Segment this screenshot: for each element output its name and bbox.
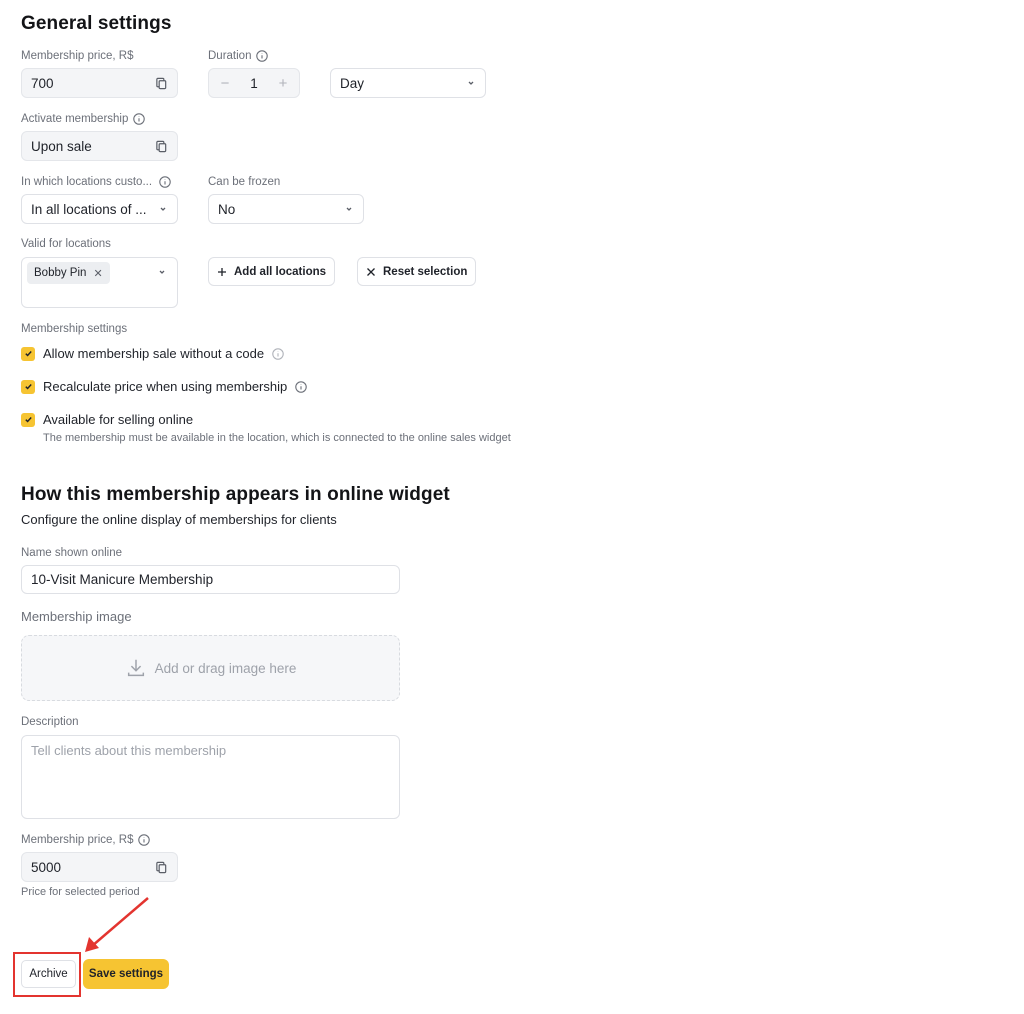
plus-icon: [218, 267, 226, 276]
increment-button[interactable]: +: [277, 75, 289, 92]
info-icon: [256, 50, 269, 62]
online-widget-title: How this membership appears in online wi…: [21, 484, 450, 505]
checkbox-checked[interactable]: [21, 346, 35, 361]
chevron-down-icon: [466, 78, 476, 88]
checkbox-checked[interactable]: [21, 379, 35, 394]
can-be-frozen-select[interactable]: No: [208, 194, 364, 224]
close-icon: [367, 267, 375, 276]
location-chip: Bobby Pin ✕: [27, 262, 110, 284]
available-online-checkbox[interactable]: Available for selling online: [21, 412, 193, 427]
name-shown-online-label: Name shown online: [21, 547, 123, 559]
valid-locations-select[interactable]: Bobby Pin ✕: [21, 257, 178, 308]
reset-selection-button[interactable]: Reset selection: [357, 257, 477, 286]
online-availability-hint: The membership must be available in the …: [43, 432, 511, 444]
chevron-down-icon: [157, 267, 167, 277]
save-settings-button[interactable]: Save settings: [83, 959, 169, 989]
recalculate-price-checkbox[interactable]: Recalculate price when using membership: [21, 379, 307, 394]
copy-icon[interactable]: [155, 140, 168, 153]
activate-membership-label: Activate membership: [21, 113, 146, 125]
decrement-button[interactable]: −: [219, 75, 231, 92]
allow-sale-without-code-checkbox[interactable]: Allow membership sale without a code: [21, 346, 284, 361]
chevron-down-icon: [344, 204, 354, 214]
locations-customers-label: In which locations custo...: [21, 176, 171, 188]
name-shown-online-input[interactable]: 10-Visit Manicure Membership: [21, 565, 400, 594]
image-upload-dropzone[interactable]: Add or drag image here: [21, 635, 400, 701]
membership-price-field[interactable]: 700: [21, 68, 178, 98]
duration-stepper[interactable]: − 1 +: [208, 68, 300, 98]
archive-button[interactable]: Archive: [21, 960, 76, 988]
copy-icon[interactable]: [155, 77, 168, 90]
info-icon: [133, 113, 146, 125]
duration-value: 1: [250, 75, 258, 91]
info-icon: [272, 347, 284, 360]
valid-locations-label: Valid for locations: [21, 238, 111, 250]
membership-price-label: Membership price, R$: [21, 50, 134, 62]
online-widget-subtitle: Configure the online display of membersh…: [21, 512, 337, 527]
info-icon: [295, 380, 307, 393]
online-price-label: Membership price, R$: [21, 834, 151, 846]
chevron-down-icon: [158, 204, 168, 214]
copy-icon[interactable]: [155, 861, 168, 874]
info-icon: [138, 834, 151, 846]
add-all-locations-button[interactable]: Add all locations: [208, 257, 336, 286]
can-be-frozen-label: Can be frozen: [208, 176, 281, 188]
download-icon: [127, 659, 144, 677]
description-textarea[interactable]: Tell clients about this membership: [21, 735, 400, 819]
description-label: Description: [21, 716, 79, 728]
annotation-arrow: [85, 897, 149, 952]
remove-chip-icon[interactable]: ✕: [93, 267, 102, 280]
online-price-field[interactable]: 5000: [21, 852, 178, 882]
duration-unit-select[interactable]: Day: [330, 68, 486, 98]
general-settings-title: General settings: [21, 13, 172, 34]
duration-label: Duration: [208, 50, 269, 62]
locations-customers-select[interactable]: In all locations of ...: [21, 194, 178, 224]
membership-image-label: Membership image: [21, 609, 132, 624]
checkbox-checked[interactable]: [21, 412, 35, 427]
activate-membership-field[interactable]: Upon sale: [21, 131, 178, 161]
membership-settings-label: Membership settings: [21, 323, 128, 335]
info-icon: [159, 176, 171, 188]
